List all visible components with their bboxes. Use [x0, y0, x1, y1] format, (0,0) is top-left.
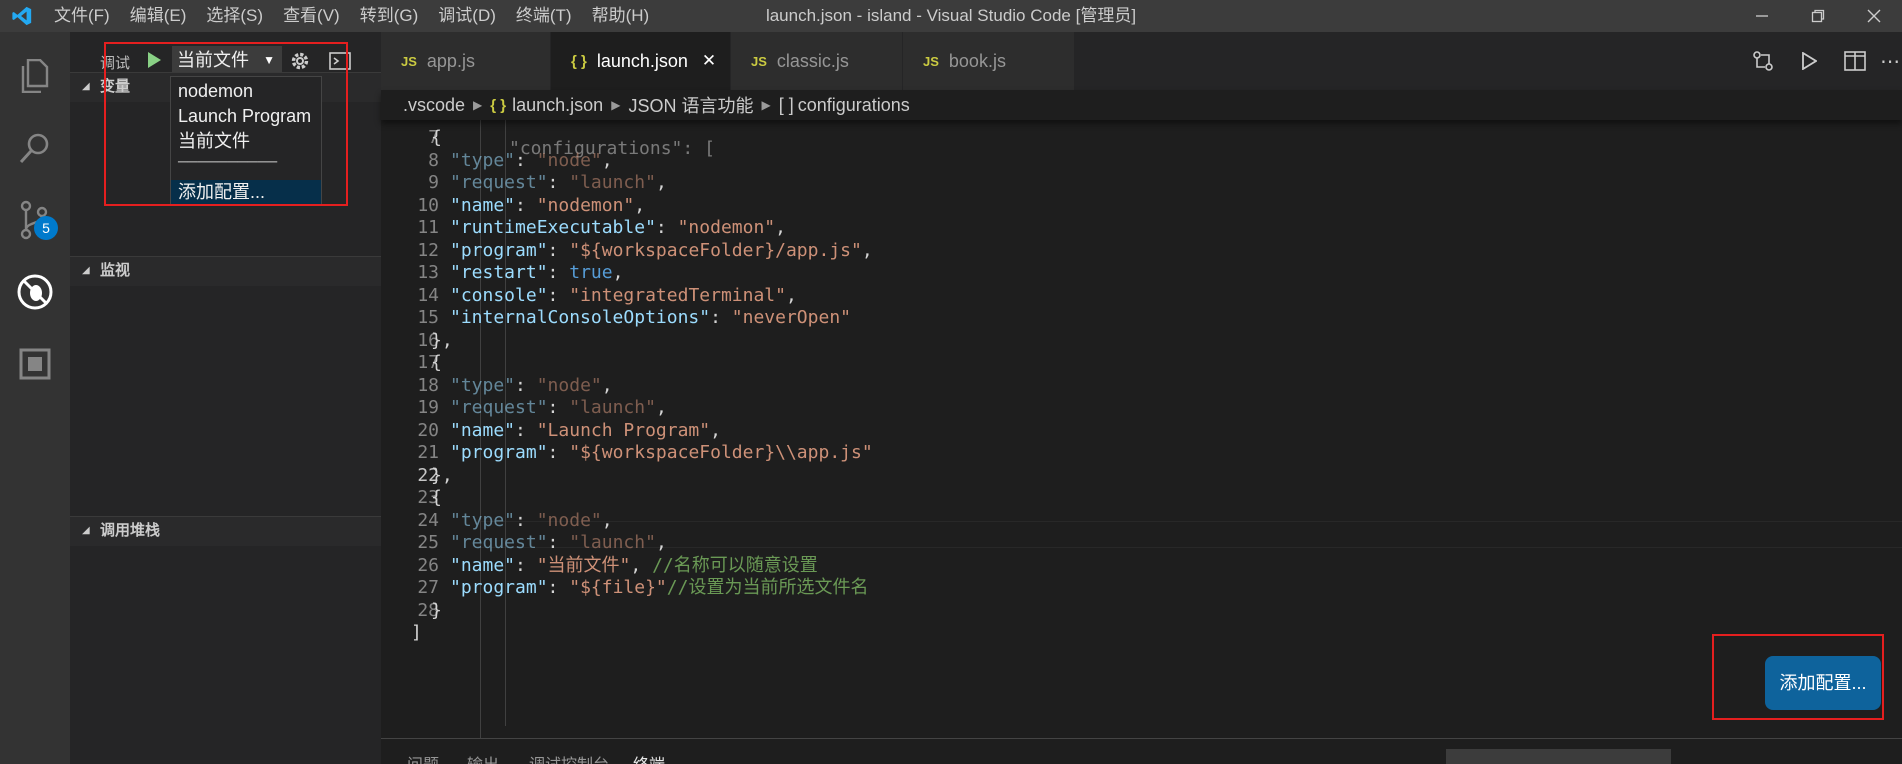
source-control-badge: 5: [34, 216, 58, 240]
tab-label: book.js: [948, 50, 1006, 71]
menu-item-3[interactable]: 查看(V): [273, 0, 350, 32]
restore-icon[interactable]: [1790, 0, 1846, 32]
js-file-icon: JS: [751, 53, 767, 69]
tab-book-js[interactable]: JS book.js: [903, 32, 1075, 90]
tab-close-icon[interactable]: ✕: [702, 51, 716, 71]
split-editor-icon[interactable]: [1832, 32, 1878, 90]
watch-section-header[interactable]: ◢ 监视: [70, 256, 381, 286]
watch-label: 监视: [100, 262, 131, 279]
js-file-icon: JS: [401, 53, 417, 69]
highlight-box-dropdown: [104, 42, 348, 206]
caret-down-icon: ◢: [82, 81, 90, 92]
bottom-panel: 问题 输出 调试控制台 终端: [381, 738, 1902, 764]
debug-icon[interactable]: [0, 256, 70, 328]
chevron-right-icon: ▶: [611, 98, 621, 112]
panel-tab-terminal[interactable]: 终端: [633, 751, 665, 764]
json-file-icon: { }: [571, 52, 587, 70]
panel-tab-output[interactable]: 输出: [467, 751, 499, 764]
tab-label: classic.js: [776, 50, 849, 71]
breadcrumb: .vscode ▶ { } launch.json ▶ JSON 语言功能 ▶ …: [381, 90, 1902, 120]
explorer-icon[interactable]: [0, 40, 70, 112]
open-changes-icon[interactable]: [1740, 32, 1786, 90]
code-text: ]: [411, 622, 422, 643]
menu-item-6[interactable]: 终端(T): [506, 0, 582, 32]
tab-launch-json[interactable]: { } launch.json ✕: [551, 32, 731, 90]
array-icon: [ ]: [778, 94, 794, 115]
vscode-logo-icon: [0, 0, 44, 32]
menu-item-0[interactable]: 文件(F): [44, 0, 120, 32]
json-file-icon: { }: [490, 96, 507, 114]
menu-item-4[interactable]: 转到(G): [350, 0, 429, 32]
window-controls: [1734, 0, 1902, 32]
terminal-select[interactable]: [1446, 749, 1671, 764]
code-line-partial: ]: [381, 619, 1902, 646]
menu-item-7[interactable]: 帮助(H): [582, 0, 660, 32]
search-icon[interactable]: [0, 112, 70, 184]
close-icon[interactable]: [1846, 0, 1902, 32]
chevron-right-icon: ▶: [761, 98, 771, 112]
panel-tab-problems[interactable]: 问题: [407, 751, 439, 764]
chevron-right-icon: ▶: [473, 98, 483, 112]
activity-bar: 5: [0, 32, 70, 764]
menu-item-2[interactable]: 选择(S): [196, 0, 273, 32]
more-actions-icon[interactable]: ⋯: [1878, 32, 1902, 90]
menu-item-5[interactable]: 调试(D): [428, 0, 506, 32]
code-editor[interactable]: "configurations": [ 7{8 "type": "node", 9 "…: [381, 120, 1902, 738]
tab-bar: JS app.js { } launch.json ✕ JS classic.j…: [381, 32, 1902, 90]
breadcrumb-folder[interactable]: .vscode: [403, 95, 465, 116]
tab-label: launch.json: [596, 50, 688, 71]
extensions-icon[interactable]: [0, 328, 70, 400]
menu-item-1[interactable]: 编辑(E): [120, 0, 197, 32]
editor-actions: ⋯: [1740, 32, 1902, 90]
title-bar: 文件(F) 编辑(E) 选择(S) 查看(V) 转到(G) 调试(D) 终端(T) 帮助(H)…: [0, 0, 1902, 32]
callstack-section-header[interactable]: ◢ 调用堆栈: [70, 516, 381, 546]
minimize-icon[interactable]: [1734, 0, 1790, 32]
source-control-icon[interactable]: [0, 184, 70, 256]
caret-down-icon: ◢: [82, 525, 90, 536]
tab-label: app.js: [426, 50, 475, 71]
highlight-box-add-button: [1712, 634, 1884, 720]
run-icon[interactable]: [1786, 32, 1832, 90]
caret-down-icon: ◢: [82, 265, 90, 276]
tab-app-js[interactable]: JS app.js: [381, 32, 551, 90]
breadcrumb-file[interactable]: launch.json: [512, 95, 603, 116]
breadcrumb-language[interactable]: JSON 语言功能: [628, 92, 753, 118]
js-file-icon: JS: [923, 53, 939, 69]
menu-bar: 文件(F) 编辑(E) 选择(S) 查看(V) 转到(G) 调试(D) 终端(T) 帮助(H): [44, 0, 659, 32]
breadcrumb-node[interactable]: configurations: [798, 95, 910, 116]
tab-classic-js[interactable]: JS classic.js: [731, 32, 903, 90]
callstack-label: 调用堆栈: [100, 522, 161, 539]
panel-tab-debug-console[interactable]: 调试控制台: [529, 751, 609, 764]
